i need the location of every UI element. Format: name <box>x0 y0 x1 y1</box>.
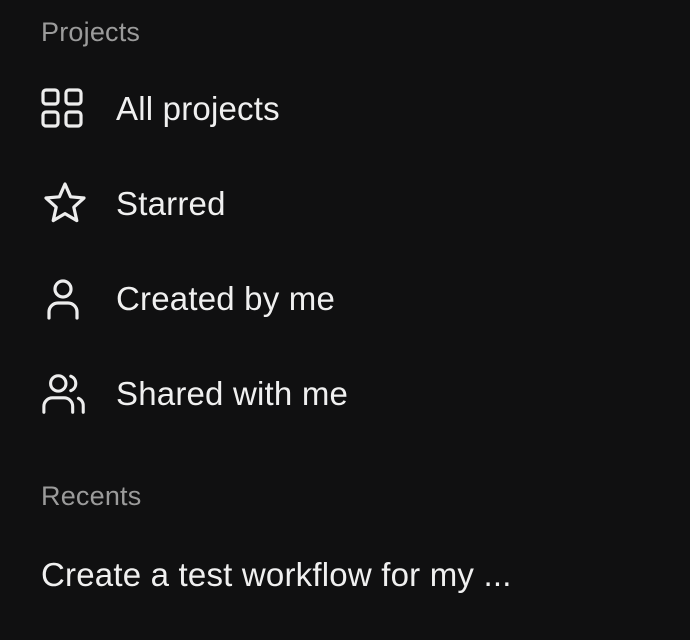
sidebar-item-label: Created by me <box>116 280 336 317</box>
sidebar-item-label: All projects <box>116 90 280 127</box>
recent-item[interactable]: Create a test workflow for my ... <box>30 544 630 606</box>
recent-item-label: Create a test workflow for my ... <box>41 556 512 593</box>
users-icon <box>41 370 89 418</box>
sidebar-item-label: Shared with me <box>116 375 349 412</box>
grid-icon <box>41 85 89 133</box>
sidebar-item-created-by-me[interactable]: Created by me <box>30 268 390 330</box>
sidebar-item-all-projects[interactable]: All projects <box>30 78 390 140</box>
star-icon <box>41 180 89 228</box>
sidebar-item-shared-with-me[interactable]: Shared with me <box>30 363 390 425</box>
user-icon <box>41 275 89 323</box>
projects-section-label: Projects <box>41 17 141 47</box>
sidebar: Projects All projects Starred Created by… <box>0 0 690 640</box>
sidebar-item-label: Starred <box>116 185 226 222</box>
recents-section-label: Recents <box>41 481 142 511</box>
sidebar-item-starred[interactable]: Starred <box>30 173 390 235</box>
